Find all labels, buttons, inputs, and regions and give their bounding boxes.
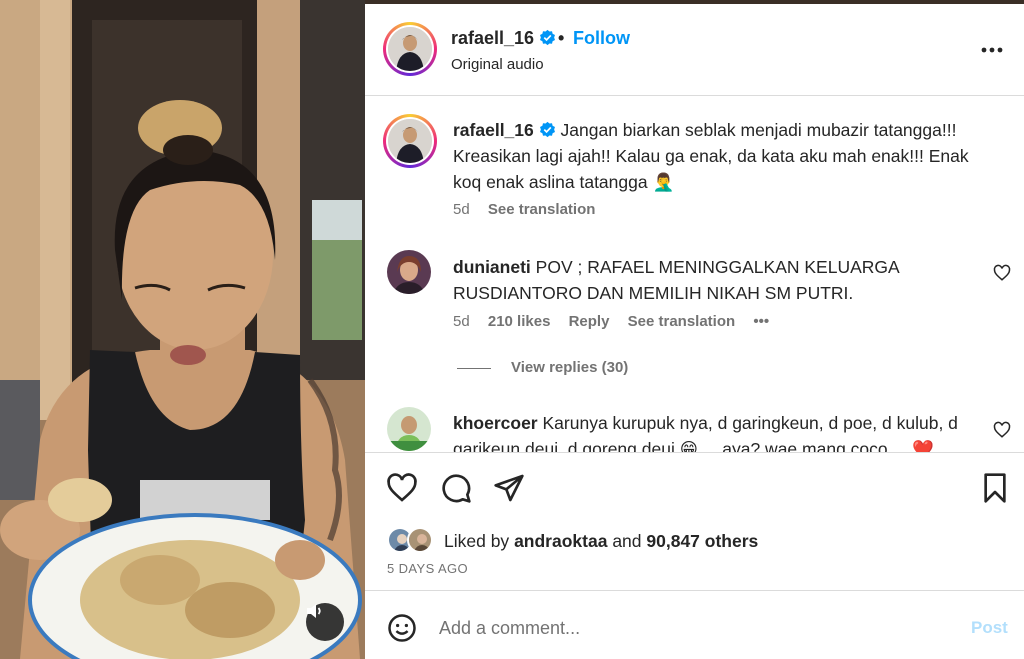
avatar-image	[388, 27, 432, 71]
avatar-image	[388, 119, 432, 163]
caption-author-avatar[interactable]	[383, 114, 437, 168]
username-text[interactable]: rafaell_16	[451, 28, 534, 48]
post-media-video[interactable]	[0, 0, 365, 659]
add-comment-bar: Post	[365, 590, 1024, 659]
share-icon[interactable]	[493, 472, 525, 504]
caption-text: rafaell_16 Jangan biarkan seblak menjadi…	[453, 117, 998, 195]
bookmark-icon[interactable]	[979, 472, 1011, 504]
view-replies-label[interactable]: View replies (30)	[511, 359, 628, 376]
view-replies-button[interactable]: View replies (30)	[457, 359, 628, 376]
post-panel: rafaell_16 • Follow Original audio rafae…	[365, 0, 1024, 659]
comment-icon[interactable]	[440, 472, 472, 504]
follow-button[interactable]: Follow	[573, 28, 630, 49]
post-header: rafaell_16 • Follow Original audio	[365, 4, 1024, 96]
speaker-icon	[307, 604, 321, 618]
post-comment-button[interactable]: Post	[971, 618, 1008, 638]
author-avatar[interactable]	[383, 22, 437, 76]
heart-icon[interactable]	[386, 472, 418, 504]
caption-username[interactable]: rafaell_16	[453, 120, 534, 140]
caption-meta: 5d See translation	[453, 201, 609, 218]
likes-prefix: Liked by	[444, 531, 510, 551]
comment-reply-button[interactable]: Reply	[569, 313, 610, 330]
comment-avatar[interactable]	[387, 250, 431, 294]
verified-badge-icon	[539, 121, 555, 138]
emoji-icon[interactable]	[387, 613, 417, 643]
comments-section[interactable]: rafaell_16 Jangan biarkan seblak menjadi…	[365, 97, 1024, 452]
comment-more-options[interactable]: •••	[753, 313, 769, 330]
avatar-image	[387, 250, 431, 294]
liker-avatar	[407, 527, 433, 553]
comment-meta: 5d 210 likes Reply See translation •••	[453, 313, 783, 330]
comment-see-translation[interactable]: See translation	[628, 313, 736, 330]
avatar-image	[387, 407, 431, 451]
replies-divider-line	[457, 367, 491, 369]
header-separator: •	[558, 28, 565, 48]
author-username[interactable]: rafaell_16	[451, 28, 556, 49]
comment-like-heart-icon[interactable]	[993, 264, 1011, 282]
caption-timestamp[interactable]: 5d	[453, 201, 470, 218]
comment-avatar[interactable]	[387, 407, 431, 451]
comment-text: khoercoer Karunya kurupuk nya, d garingk…	[453, 410, 973, 452]
original-audio-link[interactable]: Original audio	[451, 56, 544, 73]
caption-see-translation[interactable]: See translation	[488, 201, 596, 218]
comment-username[interactable]: dunianeti	[453, 257, 531, 277]
audio-toggle-button[interactable]	[306, 603, 344, 641]
comment-like-heart-icon[interactable]	[993, 421, 1011, 439]
add-comment-input[interactable]	[439, 615, 919, 641]
more-options-icon[interactable]	[979, 40, 1005, 60]
comment-timestamp[interactable]: 5d	[453, 313, 470, 330]
comment-likes-count[interactable]: 210 likes	[488, 313, 551, 330]
comment-username[interactable]: khoercoer	[453, 413, 538, 433]
likes-joiner: and	[612, 531, 642, 551]
likes-others-count[interactable]: 90,847 others	[646, 531, 758, 551]
video-frame	[0, 0, 365, 659]
likes-summary: Liked by andraoktaa and 90,847 others	[444, 531, 758, 552]
comment-text: dunianeti POV ; RAFAEL MENINGGALKAN KELU…	[453, 254, 973, 306]
post-date[interactable]: 5 DAYS AGO	[387, 561, 468, 576]
verified-badge-icon	[540, 29, 556, 46]
post-actions: Liked by andraoktaa and 90,847 others 5 …	[365, 452, 1024, 590]
liked-by-username[interactable]: andraoktaa	[514, 531, 607, 551]
